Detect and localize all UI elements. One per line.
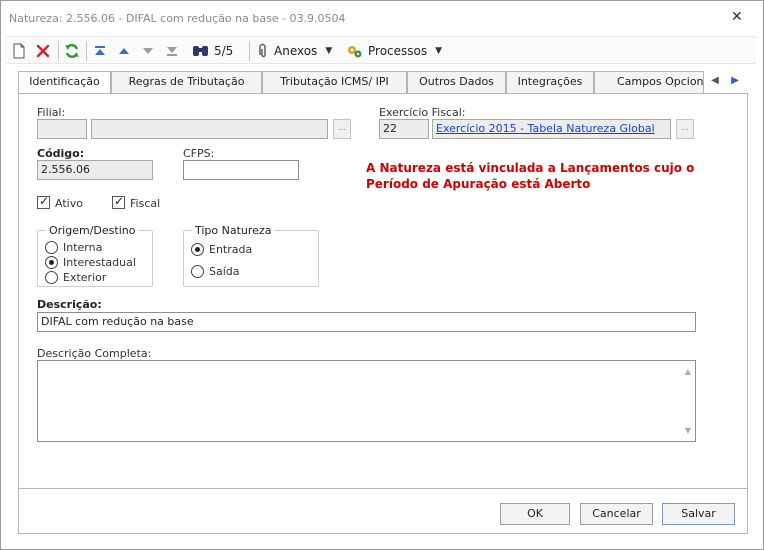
tab-identificacao[interactable]: Identificação: [18, 71, 111, 94]
close-icon[interactable]: ✕: [731, 10, 743, 24]
descricao-completa-label: Descrição Completa:: [37, 347, 152, 360]
tab-scroll-left-icon[interactable]: ◀: [708, 72, 722, 90]
anexos-label: Anexos: [274, 44, 318, 58]
save-button[interactable]: Salvar: [662, 503, 735, 525]
delete-x-icon: [36, 44, 50, 58]
origem-exterior-label: Exterior: [63, 271, 107, 284]
origem-destino-title: Origem/Destino: [46, 224, 139, 237]
window-title: Natureza: 2.556.06 - DIFAL com redução n…: [9, 12, 346, 25]
origem-interna-label: Interna: [63, 241, 103, 254]
tab-integracoes[interactable]: Integrações: [506, 71, 594, 93]
origem-interestadual-label: Interestadual: [63, 256, 136, 269]
codigo-field[interactable]: 2.556.06: [37, 160, 153, 180]
cancel-button[interactable]: Cancelar: [580, 503, 653, 525]
toolbar-separator: [58, 41, 59, 61]
chevron-down-icon: ▼: [325, 46, 333, 56]
exercicio-lookup-button[interactable]: ...: [676, 119, 694, 139]
scroll-down-icon[interactable]: ▼: [685, 426, 691, 435]
filial-code-field[interactable]: [37, 119, 87, 139]
new-button[interactable]: [12, 41, 26, 61]
arrow-up-icon: [119, 48, 129, 54]
binoculars-icon: [193, 46, 208, 56]
refresh-button[interactable]: [64, 41, 80, 61]
toolbar: 5/5 Anexos ▼ Processos ▼: [6, 36, 756, 64]
descricao-completa-textarea[interactable]: ▲ ▼: [37, 360, 696, 442]
record-position: 5/5: [214, 44, 234, 58]
warning-line-2: Período de Apuração está Aberto: [366, 177, 591, 191]
tipo-saida-radio[interactable]: [191, 265, 204, 278]
ativo-label: Ativo: [55, 197, 83, 210]
filial-name-field[interactable]: [91, 119, 328, 139]
filial-label: Filial:: [37, 106, 66, 119]
processos-menu-button[interactable]: Processos ▼: [346, 41, 442, 61]
tab-scroll-right-icon[interactable]: ▶: [728, 72, 742, 90]
toolbar-separator: [249, 41, 250, 61]
tipo-natureza-title: Tipo Natureza: [192, 224, 275, 237]
paperclip-icon: [259, 43, 266, 58]
tipo-saida-label: Saída: [209, 265, 240, 278]
tab-regras-tributacao[interactable]: Regras de Tributação: [111, 71, 262, 93]
toolbar-separator: [86, 41, 87, 61]
tab-campos-opcionais[interactable]: Campos Opcionais: [594, 71, 704, 93]
check-icon: ✓: [39, 194, 50, 208]
origem-exterior-radio[interactable]: [45, 271, 58, 284]
codigo-label: Código:: [37, 147, 85, 160]
tab-tributacao-icms-ipi[interactable]: Tributação ICMS/ IPI: [262, 71, 407, 93]
tipo-entrada-label: Entrada: [209, 243, 253, 256]
exercicio-fiscal-label: Exercício Fiscal:: [379, 106, 466, 119]
previous-record-button[interactable]: [117, 41, 131, 61]
processos-label: Processos: [368, 44, 428, 58]
new-document-icon: [13, 43, 25, 59]
arrow-down-icon: [143, 48, 153, 54]
locate-button[interactable]: 5/5: [192, 41, 233, 61]
fiscal-label: Fiscal: [130, 197, 161, 210]
ativo-checkbox[interactable]: ✓: [37, 194, 50, 209]
check-icon: ✓: [114, 194, 125, 208]
origem-interna-radio[interactable]: [45, 241, 58, 254]
first-record-button[interactable]: [93, 41, 107, 61]
last-record-icon: [167, 47, 177, 56]
refresh-icon: [65, 44, 79, 58]
anexos-menu-button[interactable]: Anexos ▼: [256, 41, 332, 61]
delete-button[interactable]: [36, 41, 50, 61]
gears-icon: [348, 46, 362, 58]
exercicio-name-link[interactable]: Exercício 2015 - Tabela Natureza Global: [436, 122, 655, 135]
exercicio-code-field[interactable]: 22: [379, 119, 429, 139]
exercicio-name-field[interactable]: Exercício 2015 - Tabela Natureza Global: [432, 119, 671, 139]
first-record-icon: [95, 46, 105, 55]
warning-line-1: A Natureza está vinculada a Lançamentos …: [366, 161, 695, 175]
natureza-dialog: Natureza: 2.556.06 - DIFAL com redução n…: [0, 0, 764, 550]
next-record-button[interactable]: [141, 41, 155, 61]
descricao-input[interactable]: DIFAL com redução na base: [37, 312, 696, 332]
fiscal-checkbox[interactable]: ✓: [112, 194, 125, 209]
tipo-natureza-group: Tipo Natureza: [183, 224, 319, 287]
chevron-down-icon: ▼: [435, 46, 443, 56]
title-bar[interactable]: Natureza: 2.556.06 - DIFAL com redução n…: [1, 1, 763, 35]
tab-outros-dados[interactable]: Outros Dados: [407, 71, 506, 93]
cfps-input[interactable]: [183, 160, 299, 180]
cfps-label: CFPS:: [183, 147, 215, 160]
filial-lookup-button[interactable]: ...: [333, 119, 351, 139]
tab-strip: Identificação Regras de Tributação Tribu…: [18, 71, 748, 94]
last-record-button[interactable]: [165, 41, 179, 61]
origem-interestadual-radio[interactable]: [45, 256, 58, 269]
scroll-up-icon[interactable]: ▲: [685, 367, 691, 376]
ok-button[interactable]: OK: [500, 503, 570, 525]
vinculacao-warning: A Natureza está vinculada a Lançamentos …: [366, 160, 696, 192]
tipo-entrada-radio[interactable]: [191, 243, 204, 256]
descricao-label: Descrição:: [37, 298, 102, 311]
